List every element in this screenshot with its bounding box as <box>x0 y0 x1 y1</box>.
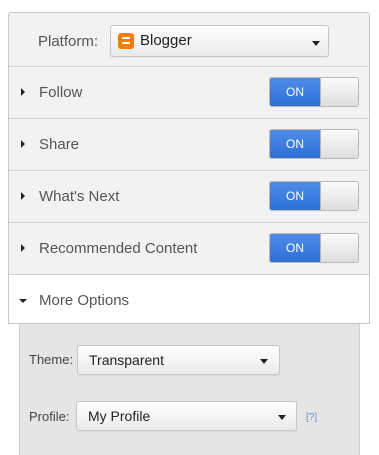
profile-selected-value: My Profile <box>88 408 151 424</box>
expand-arrow-icon <box>21 192 25 200</box>
toggle-on-label: ON <box>270 182 321 210</box>
blogger-icon <box>118 33 134 49</box>
toggle-on-label: ON <box>270 234 321 262</box>
theme-label: Theme: <box>29 352 74 367</box>
toggle-knob <box>320 78 358 106</box>
chevron-down-icon <box>312 41 320 46</box>
toggle-knob <box>320 234 358 262</box>
toggle-knob <box>320 182 358 210</box>
toggle-knob <box>320 130 358 158</box>
section-label: Recommended Content <box>39 240 198 257</box>
platform-row: Platform: Blogger <box>9 13 369 67</box>
expand-arrow-icon <box>21 140 25 148</box>
section-label: Share <box>39 136 80 153</box>
recommended-content-toggle[interactable]: ON <box>269 233 359 263</box>
expand-arrow-icon <box>21 88 25 96</box>
help-link[interactable]: [?] <box>306 412 317 423</box>
follow-toggle[interactable]: ON <box>269 77 359 107</box>
theme-select[interactable]: Transparent <box>77 345 280 375</box>
settings-panel: Platform: Blogger Follow ON Share ON Wha… <box>8 12 370 324</box>
section-label: More Options <box>39 292 130 309</box>
profile-select[interactable]: My Profile <box>76 401 297 431</box>
collapse-arrow-icon <box>19 299 27 303</box>
section-row-recommended-content[interactable]: Recommended Content ON <box>9 223 369 275</box>
whats-next-toggle[interactable]: ON <box>269 181 359 211</box>
section-label: What's Next <box>39 188 120 205</box>
section-label: Follow <box>39 84 83 101</box>
more-options-panel: Theme: Transparent Profile: My Profile [… <box>19 324 360 455</box>
section-row-more-options[interactable]: More Options <box>9 275 369 323</box>
platform-selected-value: Blogger <box>140 32 192 49</box>
toggle-on-label: ON <box>270 78 321 106</box>
profile-label: Profile: <box>29 409 70 424</box>
section-row-share[interactable]: Share ON <box>9 119 369 171</box>
section-row-follow[interactable]: Follow ON <box>9 67 369 119</box>
section-row-whats-next[interactable]: What's Next ON <box>9 171 369 223</box>
platform-label: Platform: <box>38 33 99 50</box>
platform-select[interactable]: Blogger <box>110 25 329 57</box>
expand-arrow-icon <box>21 244 25 252</box>
chevron-down-icon <box>260 359 268 364</box>
chevron-down-icon <box>278 415 286 420</box>
theme-selected-value: Transparent <box>89 352 164 368</box>
toggle-on-label: ON <box>270 130 321 158</box>
share-toggle[interactable]: ON <box>269 129 359 159</box>
